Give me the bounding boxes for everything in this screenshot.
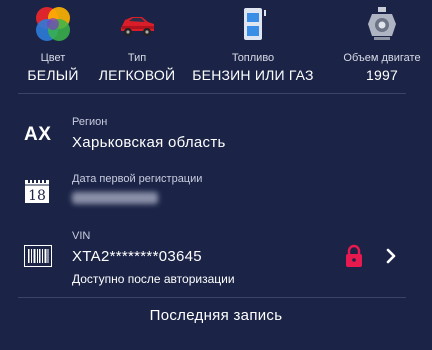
red-car-icon — [121, 17, 154, 36]
region-row: AX Регион Харьковская область — [0, 108, 432, 156]
spec-fuel-value: БЕНЗИН ИЛИ ГАЗ — [192, 67, 314, 83]
spec-engine-value: 1997 — [366, 67, 398, 83]
spec-fuel: Топливо БЕНЗИН ИЛИ ГАЗ — [186, 0, 320, 92]
divider — [18, 93, 406, 94]
calendar-icon: 18 — [25, 176, 49, 204]
chevron-right-icon[interactable] — [384, 246, 398, 266]
spec-type-label: Тип — [127, 52, 147, 64]
spec-engine: Объем двигате 1997 — [332, 0, 432, 92]
registration-label: Дата первой регистрации — [72, 173, 203, 185]
spec-color: Цвет БЕЛЫЙ — [6, 0, 100, 92]
region-value: Харьковская область — [72, 134, 226, 151]
spec-color-label: Цвет — [40, 52, 66, 64]
vehicle-specs: Цвет БЕЛЫЙ Тип ЛЕГКОВОЙ Топливо БЕНЗИН И… — [0, 0, 432, 92]
spec-type: Тип ЛЕГКОВОЙ — [94, 0, 180, 92]
engine-icon — [368, 7, 396, 40]
spec-color-value: БЕЛЫЙ — [27, 67, 79, 83]
region-label: Регион — [72, 116, 108, 128]
vin-auth-note: Доступно после авторизации — [72, 272, 235, 286]
calendar-day: 18 — [28, 188, 46, 204]
spec-type-value: ЛЕГКОВОЙ — [98, 67, 176, 83]
vin-label: VIN — [72, 230, 91, 242]
divider — [18, 297, 406, 298]
barcode-icon — [24, 245, 52, 267]
registration-value-blurred — [72, 191, 158, 208]
vin-value: XTA2********03645 — [72, 248, 202, 265]
last-record-heading[interactable]: Последняя запись — [0, 307, 432, 324]
plate-code-icon: AX — [24, 124, 52, 145]
spec-engine-label: Объем двигате — [343, 52, 421, 64]
spec-fuel-label: Топливо — [231, 52, 275, 64]
registration-row: 18 Дата первой регистрации — [0, 166, 432, 216]
lock-icon[interactable] — [344, 244, 364, 268]
vin-row[interactable]: VIN XTA2********03645 Доступно после авт… — [0, 226, 432, 288]
fuel-pump-icon — [244, 8, 266, 40]
color-palette-icon — [36, 7, 70, 41]
